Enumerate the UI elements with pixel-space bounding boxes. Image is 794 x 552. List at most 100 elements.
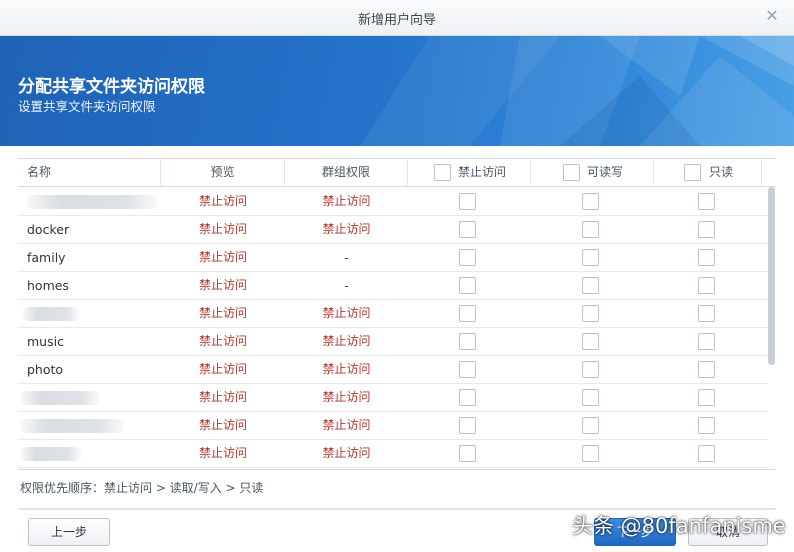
- read-only-checkbox[interactable]: [698, 361, 715, 378]
- column-header-read-only-label: 只读: [709, 165, 734, 179]
- group-permission-cell: -: [344, 250, 349, 265]
- read-only-checkbox[interactable]: [698, 193, 715, 210]
- preview-cell: 禁止访问: [198, 222, 247, 236]
- dialog-titlebar: 新增用户向导 ✕: [0, 0, 794, 36]
- read-only-checkbox[interactable]: [698, 221, 715, 238]
- column-header-deny: 禁止访问: [408, 159, 531, 187]
- table-row[interactable]: music 禁止访问 禁止访问: [18, 328, 768, 356]
- read-only-checkbox[interactable]: [698, 305, 715, 322]
- preview-cell: 禁止访问: [198, 390, 247, 404]
- group-permission-cell: -: [344, 278, 349, 293]
- redacted-folder-name: [20, 391, 100, 405]
- column-header-read-only: 只读: [654, 159, 762, 187]
- read-write-checkbox[interactable]: [582, 389, 599, 406]
- table-row[interactable]: homes 禁止访问 -: [18, 272, 768, 300]
- read-write-checkbox[interactable]: [582, 417, 599, 434]
- redacted-folder-name: [26, 195, 158, 209]
- read-write-checkbox[interactable]: [582, 277, 599, 294]
- grid-scrollbar[interactable]: [768, 187, 776, 468]
- column-header-read-write: 可读写: [531, 159, 654, 187]
- previous-step-button[interactable]: 上一步: [28, 518, 110, 546]
- preview-cell: 禁止访问: [198, 418, 247, 432]
- group-permission-cell: 禁止访问: [322, 306, 371, 320]
- table-row[interactable]: 禁止访问 禁止访问: [18, 412, 768, 440]
- deny-checkbox[interactable]: [459, 389, 476, 406]
- column-header-preview-label: 预览: [210, 165, 235, 179]
- deny-checkbox[interactable]: [459, 193, 476, 210]
- table-row[interactable]: family 禁止访问 -: [18, 244, 768, 272]
- column-header-group-permission[interactable]: 群组权限: [285, 159, 408, 187]
- read-write-checkbox[interactable]: [582, 445, 599, 462]
- grid-rows: 禁止访问 禁止访问 docker 禁止访问 禁止访问 family 禁止访问 -…: [18, 188, 768, 469]
- read-write-checkbox[interactable]: [582, 249, 599, 266]
- group-permission-cell: 禁止访问: [322, 390, 371, 404]
- read-write-checkbox[interactable]: [582, 361, 599, 378]
- read-write-checkbox[interactable]: [582, 193, 599, 210]
- grid-header: 名称 预览 群组权限 禁止访问 可读写 只读: [18, 159, 776, 187]
- column-header-deny-label: 禁止访问: [458, 165, 507, 179]
- folder-name: family: [27, 250, 66, 265]
- permissions-grid: 名称 预览 群组权限 禁止访问 可读写 只读 禁止访问 禁止访问 docker …: [18, 158, 776, 468]
- read-only-checkbox[interactable]: [698, 249, 715, 266]
- folder-name: photo: [27, 362, 64, 377]
- group-permission-cell: 禁止访问: [322, 446, 371, 460]
- group-permission-cell: 禁止访问: [322, 362, 371, 376]
- grid-divider: [18, 469, 776, 470]
- group-permission-cell: 禁止访问: [322, 418, 371, 432]
- redacted-folder-name: [22, 307, 80, 321]
- banner-subheading: 设置共享文件夹访问权限: [18, 99, 156, 114]
- read-write-checkbox[interactable]: [582, 305, 599, 322]
- table-row[interactable]: 禁止访问 禁止访问: [18, 384, 768, 412]
- deny-checkbox[interactable]: [459, 249, 476, 266]
- preview-cell: 禁止访问: [198, 278, 247, 292]
- folder-name: music: [27, 334, 64, 349]
- close-icon[interactable]: ✕: [764, 8, 780, 24]
- table-row[interactable]: photo 禁止访问 禁止访问: [18, 356, 768, 384]
- deny-all-checkbox[interactable]: [434, 164, 451, 181]
- read-only-all-checkbox[interactable]: [684, 164, 701, 181]
- deny-checkbox[interactable]: [459, 361, 476, 378]
- watermark-text: 头条 @80fanfanisme: [572, 514, 786, 538]
- deny-checkbox[interactable]: [459, 305, 476, 322]
- redacted-folder-name: [20, 447, 82, 461]
- wizard-banner: 分配共享文件夹访问权限 设置共享文件夹访问权限: [0, 36, 794, 146]
- preview-cell: 禁止访问: [198, 194, 247, 208]
- column-header-read-write-label: 可读写: [587, 165, 624, 179]
- deny-checkbox[interactable]: [459, 333, 476, 350]
- group-permission-cell: 禁止访问: [322, 334, 371, 348]
- read-only-checkbox[interactable]: [698, 445, 715, 462]
- group-permission-cell: 禁止访问: [322, 222, 371, 236]
- column-header-group-permission-label: 群组权限: [321, 165, 370, 179]
- folder-name: docker: [27, 222, 70, 237]
- read-write-checkbox[interactable]: [582, 333, 599, 350]
- dialog-title: 新增用户向导: [357, 13, 436, 28]
- redacted-folder-name: [20, 419, 124, 433]
- deny-checkbox[interactable]: [459, 221, 476, 238]
- read-write-checkbox[interactable]: [582, 221, 599, 238]
- read-only-checkbox[interactable]: [698, 333, 715, 350]
- table-row[interactable]: 禁止访问 禁止访问: [18, 300, 768, 328]
- column-header-name-label: 名称: [27, 165, 52, 179]
- banner-heading: 分配共享文件夹访问权限: [18, 77, 205, 97]
- read-only-checkbox[interactable]: [698, 277, 715, 294]
- preview-cell: 禁止访问: [198, 250, 247, 264]
- preview-cell: 禁止访问: [198, 334, 247, 348]
- preview-cell: 禁止访问: [198, 446, 247, 460]
- table-row[interactable]: 禁止访问 禁止访问: [18, 188, 768, 216]
- table-row[interactable]: docker 禁止访问 禁止访问: [18, 216, 768, 244]
- read-only-checkbox[interactable]: [698, 389, 715, 406]
- deny-checkbox[interactable]: [459, 277, 476, 294]
- table-row[interactable]: 禁止访问 禁止访问: [18, 440, 768, 468]
- permission-priority-note: 权限优先顺序：禁止访问 > 读取/写入 > 只读: [20, 481, 264, 495]
- read-write-all-checkbox[interactable]: [563, 164, 580, 181]
- group-permission-cell: 禁止访问: [322, 194, 371, 208]
- column-header-preview[interactable]: 预览: [161, 159, 285, 187]
- read-only-checkbox[interactable]: [698, 417, 715, 434]
- folder-name: homes: [27, 278, 69, 293]
- grid-scrollbar-thumb[interactable]: [768, 187, 775, 365]
- column-header-name[interactable]: 名称: [18, 159, 161, 187]
- preview-cell: 禁止访问: [198, 306, 247, 320]
- deny-checkbox[interactable]: [459, 445, 476, 462]
- deny-checkbox[interactable]: [459, 417, 476, 434]
- preview-cell: 禁止访问: [198, 362, 247, 376]
